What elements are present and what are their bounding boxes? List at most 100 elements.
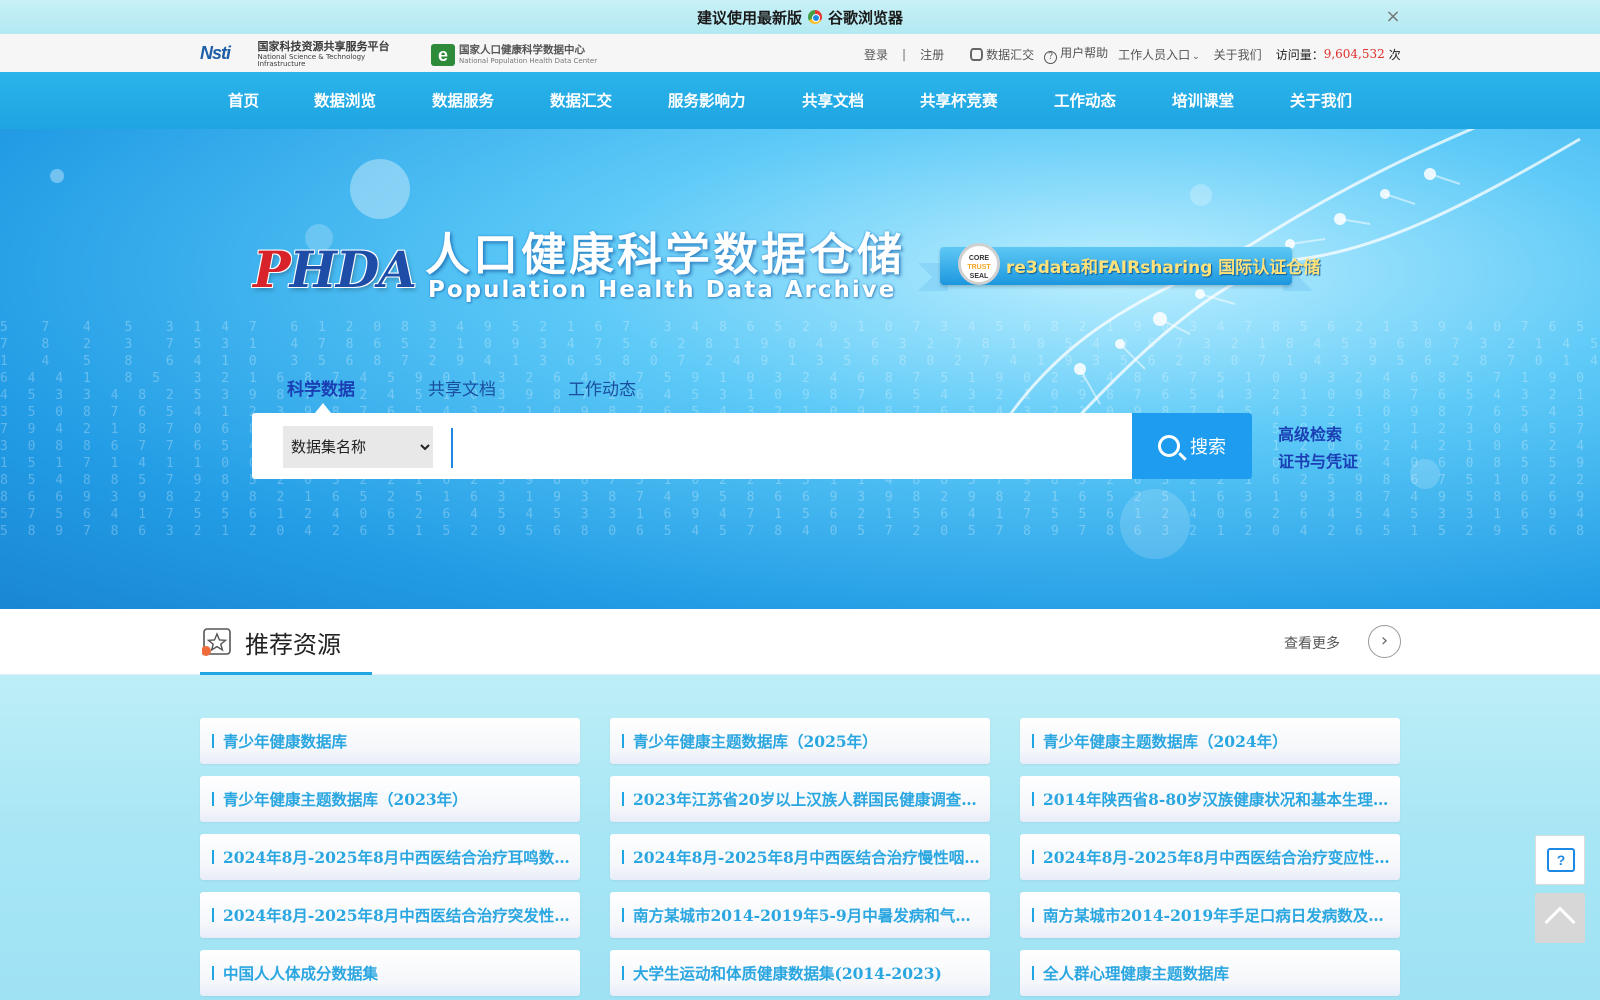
nav-data-browse[interactable]: 数据浏览: [314, 72, 376, 129]
search-input[interactable]: [451, 428, 1121, 468]
certification-ribbon[interactable]: CORE TRUST SEAL re3data和FAIRsharing 国际认证…: [918, 243, 1320, 291]
about-link[interactable]: 关于我们: [1214, 46, 1262, 63]
card-accent-bar: [1032, 792, 1034, 806]
resource-card-title: 2024年8月-2025年8月中西医结合治疗突发性聋…: [223, 906, 573, 925]
data-submit-link[interactable]: 数据汇交: [970, 46, 1034, 63]
tab-scientific-data[interactable]: 科学数据: [287, 375, 355, 400]
resource-card-title: 青少年健康主题数据库（2024年）: [1043, 732, 1288, 751]
resource-card[interactable]: 2023年江苏省20岁以上汉族人群国民健康调查…: [610, 776, 990, 822]
hero-title-en: Population Health Data Archive: [428, 277, 897, 303]
login-link[interactable]: 登录: [864, 46, 888, 63]
active-tab-pointer: [315, 403, 331, 413]
resource-card-title: 全人群心理健康主题数据库: [1043, 964, 1230, 983]
decorative-bokeh: [50, 169, 64, 183]
nav-shared-docs[interactable]: 共享文档: [802, 72, 864, 129]
notice-text-before: 建议使用最新版: [696, 8, 802, 27]
search-field-select[interactable]: 数据集名称: [283, 426, 433, 468]
resource-card[interactable]: 2024年8月-2025年8月中西医结合治疗耳鸣数据集: [200, 834, 580, 880]
nsti-logo-cn: 国家科技资源共享服务平台: [257, 39, 390, 53]
register-link[interactable]: 注册: [920, 46, 944, 63]
link-separator: |: [902, 47, 907, 61]
card-accent-bar: [212, 908, 214, 922]
recommended-header: [0, 609, 1600, 675]
nsti-logo[interactable]: Nsti 国家科技资源共享服务平台 National Science & Tec…: [200, 39, 414, 68]
resource-card-title: 青少年健康数据库: [223, 732, 348, 751]
tab-work-news[interactable]: 工作动态: [568, 375, 636, 400]
resource-card-title: 大学生运动和体质健康数据集(2014-2023): [633, 964, 942, 983]
chevron-down-icon: ⌄: [1192, 51, 1200, 62]
resource-card[interactable]: 全人群心理健康主题数据库: [1020, 950, 1400, 996]
card-accent-bar: [622, 850, 624, 864]
nav-service-impact[interactable]: 服务影响力: [668, 72, 746, 129]
chat-question-icon: ?: [1547, 848, 1575, 872]
nav-sharing-contest[interactable]: 共享杯竞赛: [920, 72, 998, 129]
decorative-bokeh: [350, 159, 410, 219]
resource-card[interactable]: 南方某城市2014-2019年手足口病日发病数及气…: [1020, 892, 1400, 938]
nphdc-mark-icon: e: [431, 44, 455, 66]
card-accent-bar: [212, 792, 214, 806]
nav-about[interactable]: 关于我们: [1290, 72, 1352, 129]
nav-data-submit[interactable]: 数据汇交: [550, 72, 612, 129]
nav-work-news[interactable]: 工作动态: [1054, 72, 1116, 129]
close-icon[interactable]: ×: [1383, 7, 1403, 27]
resource-card[interactable]: 2024年8月-2025年8月中西医结合治疗突发性聋…: [200, 892, 580, 938]
nav-home[interactable]: 首页: [228, 72, 259, 129]
nphdc-logo[interactable]: e 国家人口健康科学数据中心 National Population Healt…: [431, 42, 621, 68]
resource-card-title: 青少年健康主题数据库（2025年）: [633, 732, 878, 751]
card-accent-bar: [212, 966, 214, 980]
tab-shared-docs[interactable]: 共享文档: [428, 375, 496, 400]
star-icon: [202, 628, 231, 656]
chevron-right-icon[interactable]: ›: [1368, 625, 1401, 658]
resource-card[interactable]: 2024年8月-2025年8月中西医结合治疗变应性鼻…: [1020, 834, 1400, 880]
nsti-logo-en: National Science & Technology Infrastruc…: [257, 52, 366, 68]
card-accent-bar: [212, 734, 214, 748]
resource-card[interactable]: 2014年陕西省8-80岁汉族健康状况和基本生理…: [1020, 776, 1400, 822]
view-more-link[interactable]: 查看更多: [1284, 633, 1340, 653]
card-accent-bar: [1032, 966, 1034, 980]
main-nav: 首页 数据浏览 数据服务 数据汇交 服务影响力 共享文档 共享杯竞赛 工作动态 …: [0, 72, 1600, 129]
card-accent-bar: [1032, 850, 1034, 864]
resource-card-title: 2024年8月-2025年8月中西医结合治疗慢性咽炎…: [633, 848, 983, 867]
resource-card-title: 2023年江苏省20岁以上汉族人群国民健康调查…: [633, 790, 977, 809]
resource-card[interactable]: 大学生运动和体质健康数据集(2014-2023): [610, 950, 990, 996]
nphdc-logo-en: National Population Health Data Center: [459, 56, 598, 65]
resource-card[interactable]: 2024年8月-2025年8月中西医结合治疗慢性咽炎…: [610, 834, 990, 880]
dna-helix-graphic: [998, 129, 1581, 460]
visits-count: 9,604,532: [1323, 47, 1385, 61]
resource-card[interactable]: 中国人人体成分数据集: [200, 950, 580, 996]
resource-card[interactable]: 青少年健康数据库: [200, 718, 580, 764]
nav-data-service[interactable]: 数据服务: [432, 72, 494, 129]
resource-card[interactable]: 南方某城市2014-2019年5-9月中暑发病和气象…: [610, 892, 990, 938]
staff-entry-dropdown[interactable]: 工作人员入口 ⌄: [1118, 46, 1200, 63]
visits-label: 访问量：: [1275, 47, 1324, 62]
coretrustseal-icon: CORE TRUST SEAL: [958, 243, 1000, 285]
card-accent-bar: [622, 908, 624, 922]
resource-card[interactable]: 青少年健康主题数据库（2023年）: [200, 776, 580, 822]
browser-notice-bar: 建议使用最新版 谷歌浏览器 ×: [0, 0, 1600, 34]
card-accent-bar: [622, 792, 624, 806]
resource-card[interactable]: 青少年健康主题数据库（2025年）: [610, 718, 990, 764]
chat-help-button[interactable]: ?: [1535, 835, 1585, 885]
nav-training[interactable]: 培训课堂: [1172, 72, 1234, 129]
resource-card-title: 2024年8月-2025年8月中西医结合治疗变应性鼻…: [1043, 848, 1393, 867]
header-links: 登录 | 注册 数据汇交 ? 用户帮助 工作人员入口 ⌄ 关于我们 访问量： 9,6…: [864, 44, 1401, 64]
resource-card[interactable]: 青少年健康主题数据库（2024年）: [1020, 718, 1400, 764]
hero-title-cn: 人口健康科学数据仓储: [425, 228, 906, 281]
certification-text: re3data和FAIRsharing 国际认证仓储: [1006, 258, 1321, 278]
resource-card-title: 南方某城市2014-2019年手足口病日发病数及气…: [1043, 906, 1393, 925]
search-button[interactable]: 搜索: [1132, 413, 1252, 479]
certificates-link[interactable]: 证书与凭证: [1278, 448, 1358, 472]
resource-card-title: 中国人人体成分数据集: [223, 964, 379, 983]
nsti-mark-icon: Nsti: [200, 43, 231, 63]
phda-logo: PHDA: [253, 240, 417, 299]
recommended-title: 推荐资源: [245, 631, 341, 659]
resource-card-title: 青少年健康主题数据库（2023年）: [223, 790, 468, 809]
visits-unit: 次: [1388, 47, 1401, 62]
card-accent-bar: [622, 734, 624, 748]
search-icon: [1158, 435, 1180, 457]
chrome-icon: [808, 10, 822, 24]
help-link[interactable]: ? 用户帮助: [1044, 44, 1108, 64]
advanced-search-link[interactable]: 高级检索: [1278, 421, 1342, 445]
back-to-top-button[interactable]: [1535, 893, 1585, 943]
resource-card-title: 南方某城市2014-2019年5-9月中暑发病和气象…: [633, 906, 983, 925]
